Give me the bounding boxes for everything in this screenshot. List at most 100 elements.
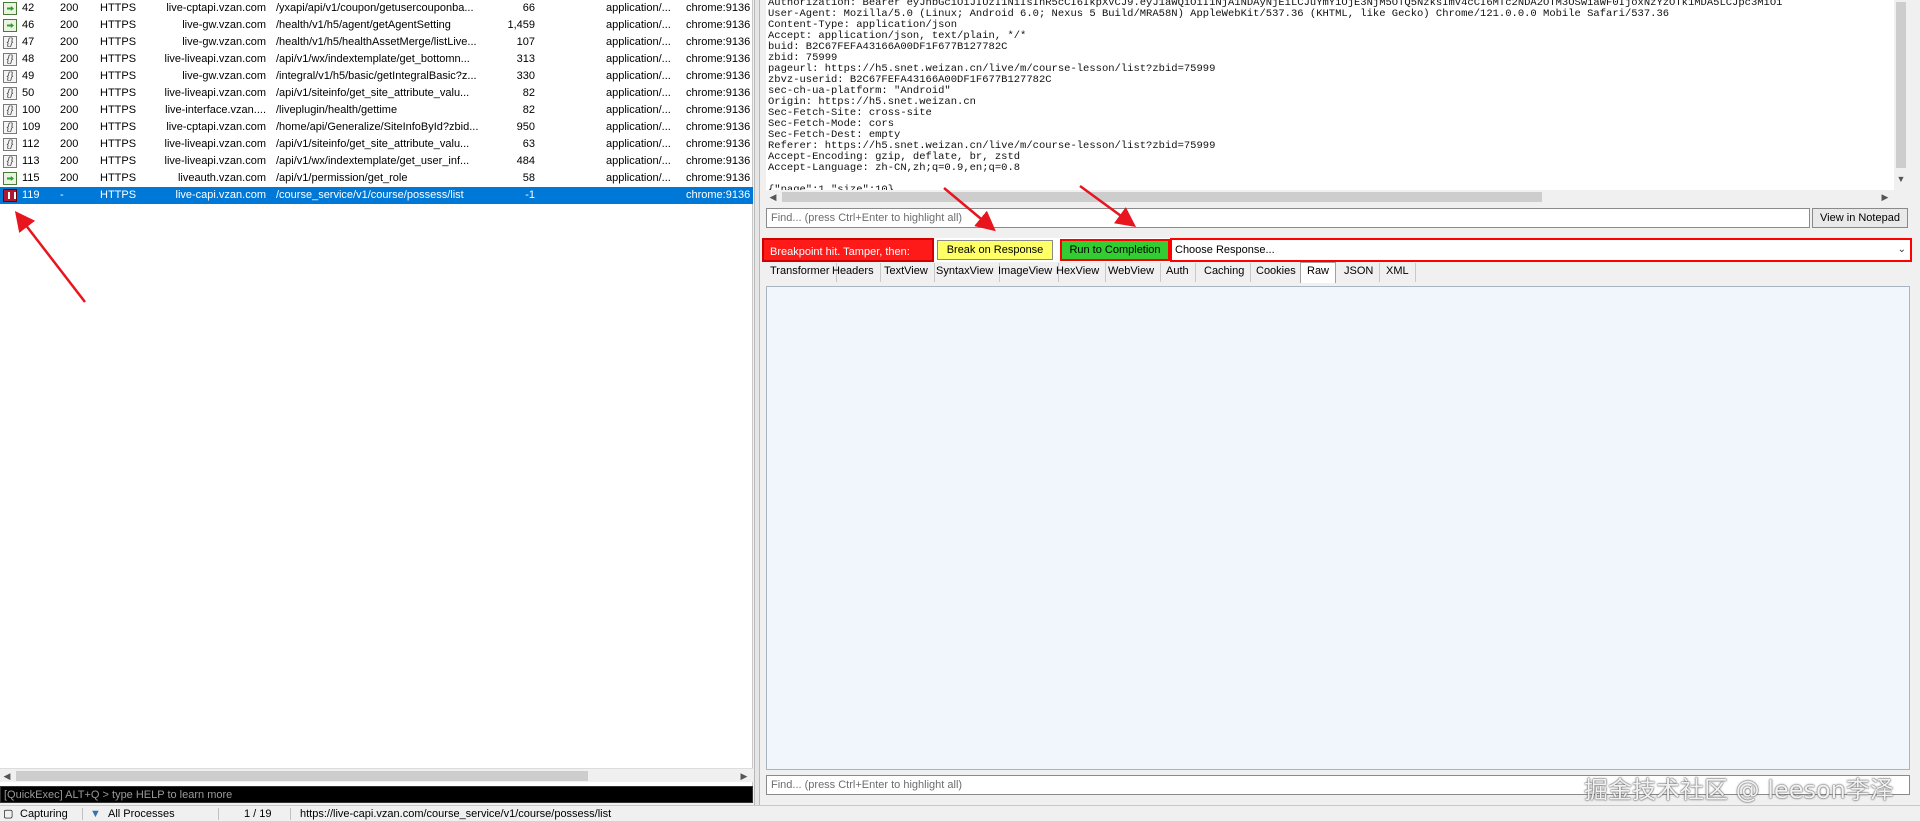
chevron-down-icon[interactable]: ⌄ <box>1898 240 1906 260</box>
session-row[interactable]: {} 49 200 HTTPS live-gw.vzan.com/integral/v1… <box>0 68 753 85</box>
request-vertical-scrollbar[interactable]: ▼ <box>1894 0 1908 190</box>
tab-syntaxview[interactable]: SyntaxView <box>930 263 1001 282</box>
url: /health/v1/h5/agent/getAgentSetting <box>276 19 451 31</box>
session-row[interactable]: 115 200 HTTPS liveauth.vzan.com/api/v1/perm… <box>0 170 753 187</box>
result-code: 200 <box>60 138 79 150</box>
response-raw-view[interactable] <box>766 286 1910 770</box>
tab-webview[interactable]: WebView <box>1102 263 1162 282</box>
session-number: 42 <box>22 2 35 14</box>
session-number: 100 <box>22 104 41 116</box>
body-size: 63 <box>522 138 535 150</box>
session-count: 1 / 19 <box>244 808 272 820</box>
host: live-gw.vzan.com <box>182 36 266 48</box>
tab-raw[interactable]: Raw <box>1300 262 1337 283</box>
capturing-icon[interactable]: ▢ <box>3 806 13 821</box>
scrollbar-thumb[interactable] <box>782 192 1542 202</box>
scrollbar-thumb[interactable] <box>16 771 588 781</box>
url: /api/v1/wx/indextemplate/get_user_inf... <box>276 155 470 167</box>
request-raw-text[interactable]: Authorization: Bearer eyJhbGciOiJIUzI1Ni… <box>768 0 1782 190</box>
content-type: application/... <box>606 70 671 82</box>
protocol: HTTPS <box>100 70 137 82</box>
host: liveauth.vzan.com <box>177 172 266 184</box>
tab-cookies[interactable]: Cookies <box>1250 263 1303 282</box>
session-row[interactable]: {} 112 200 HTTPS live-liveapi.vzan.com/api/v… <box>0 136 753 153</box>
session-row[interactable]: {} 48 200 HTTPS live-liveapi.vzan.com/api/v1… <box>0 51 753 68</box>
protocol: HTTPS <box>100 19 137 31</box>
process: chrome:9136 <box>686 19 751 31</box>
host: live-liveapi.vzan.com <box>164 138 266 150</box>
scrollbar-thumb[interactable] <box>1896 2 1906 168</box>
fiddler-window: 42 200 HTTPS live-cptapi.vzan.com/yxapi/api… <box>0 0 1920 821</box>
session-row[interactable]: {} 113 200 HTTPS live-liveapi.vzan.com/api/v… <box>0 153 753 170</box>
json-braces-icon: {} <box>3 119 19 136</box>
session-row[interactable]: {} 47 200 HTTPS live-gw.vzan.com/health/v1/h… <box>0 34 753 51</box>
content-type: application/... <box>606 104 671 116</box>
host: live-liveapi.vzan.com <box>164 53 266 65</box>
breakpoint-hit-label: Breakpoint hit. Tamper, then: <box>762 238 934 262</box>
request-find-input[interactable]: Find... (press Ctrl+Enter to highlight a… <box>766 208 1810 228</box>
session-row[interactable]: 46 200 HTTPS live-gw.vzan.com/health/v1/h5/… <box>0 17 753 34</box>
tab-xml[interactable]: XML <box>1380 263 1416 282</box>
scroll-right-icon[interactable]: ▶ <box>737 769 751 783</box>
body-size: 107 <box>516 36 535 48</box>
break-on-response-button[interactable]: Break on Response <box>937 240 1053 260</box>
scroll-down-icon[interactable]: ▼ <box>1894 172 1908 186</box>
status-bar: ▢ Capturing ▼ All Processes 1 / 19 https… <box>0 805 1920 821</box>
selected-url: https://live-capi.vzan.com/course_servic… <box>300 808 612 820</box>
run-to-completion-button[interactable]: Run to Completion <box>1060 239 1170 261</box>
tab-headers[interactable]: Headers <box>826 263 881 282</box>
protocol: HTTPS <box>100 121 137 133</box>
filter-icon[interactable]: ▼ <box>90 806 101 821</box>
status-separator <box>82 808 83 820</box>
choose-response-dropdown[interactable]: Choose Response... ⌄ <box>1170 238 1912 262</box>
url: /yxapi/api/v1/coupon/getusercouponba... <box>276 2 474 14</box>
scroll-right-icon[interactable]: ▶ <box>1878 190 1892 204</box>
response-inspector-tabs: Transformer Headers TextView SyntaxView Imag… <box>764 262 1912 283</box>
result-code: - <box>60 189 64 201</box>
process: chrome:9136 <box>686 189 751 201</box>
content-type: application/... <box>606 172 671 184</box>
quickexec-input[interactable]: [QuickExec] ALT+Q > type HELP to learn m… <box>0 786 753 803</box>
json-braces-icon: {} <box>3 153 19 170</box>
tab-caching[interactable]: Caching <box>1198 263 1252 282</box>
view-in-notepad-button[interactable]: View in Notepad <box>1812 208 1908 228</box>
session-row[interactable]: {} 109 200 HTTPS live-cptapi.vzan.com/home/a… <box>0 119 753 136</box>
process: chrome:9136 <box>686 121 751 133</box>
scroll-left-icon[interactable]: ◀ <box>0 769 14 783</box>
session-number: 113 <box>22 155 40 167</box>
protocol: HTTPS <box>100 172 137 184</box>
tab-json[interactable]: JSON <box>1338 263 1381 282</box>
process: chrome:9136 <box>686 138 751 150</box>
result-code: 200 <box>60 172 79 184</box>
session-list-pane: 42 200 HTTPS live-cptapi.vzan.com/yxapi/api… <box>0 0 753 800</box>
url: /liveplugin/health/gettime <box>276 104 398 116</box>
json-braces-icon: {} <box>3 136 19 153</box>
session-row[interactable]: {} 100 200 HTTPS live-interface.vzan.... /liv… <box>0 102 753 119</box>
pane-splitter[interactable] <box>754 0 760 805</box>
capturing-status[interactable]: Capturing <box>20 806 68 821</box>
tab-auth[interactable]: Auth <box>1160 263 1196 282</box>
result-code: 200 <box>60 87 79 99</box>
process: chrome:9136 <box>686 104 751 116</box>
request-raw-view[interactable]: Authorization: Bearer eyJhbGciOiJIUzI1Ni… <box>766 0 1894 190</box>
session-list-horizontal-scrollbar[interactable]: ◀ ▶ <box>0 768 753 782</box>
result-code: 200 <box>60 2 79 14</box>
protocol: HTTPS <box>100 87 137 99</box>
session-row[interactable]: 42 200 HTTPS live-cptapi.vzan.com/yxapi/api… <box>0 0 753 17</box>
scroll-left-icon[interactable]: ◀ <box>766 190 780 204</box>
result-code: 200 <box>60 53 79 65</box>
content-type: application/... <box>606 36 671 48</box>
session-row[interactable]: {} 50 200 HTTPS live-liveapi.vzan.com/api/v1… <box>0 85 753 102</box>
choose-response-value: Choose Response... <box>1175 244 1275 256</box>
session-number: 50 <box>22 87 35 99</box>
body-size: 66 <box>522 2 535 14</box>
session-row[interactable]: 119 - HTTPS live-capi.vzan.com/course_servi… <box>0 187 753 204</box>
host: live-gw.vzan.com <box>182 70 266 82</box>
tab-textview[interactable]: TextView <box>878 263 935 282</box>
process-filter[interactable]: All Processes <box>108 806 175 821</box>
json-braces-icon: {} <box>3 85 19 102</box>
body-size: 58 <box>522 172 535 184</box>
tab-hexview[interactable]: HexView <box>1050 263 1107 282</box>
request-horizontal-scrollbar[interactable]: ◀ ▶ <box>766 190 1894 204</box>
request-arrow-icon <box>3 170 19 187</box>
